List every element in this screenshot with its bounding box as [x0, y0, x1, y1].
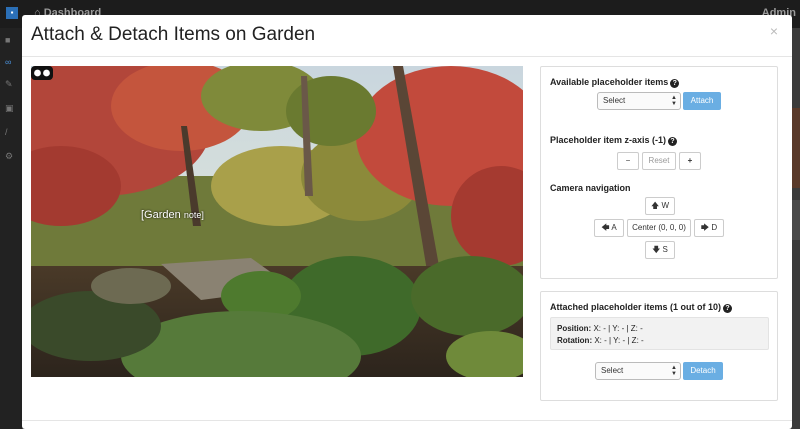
position-readout: Position: X: - | Y: - | Z: -: [557, 324, 643, 333]
rotation-readout: Rotation: X: - | Y: - | Z: -: [557, 336, 644, 345]
placeholder-controls-panel: Available placeholder items? Select ▲ ▼ A…: [540, 66, 778, 279]
camera-forward-button[interactable]: 🡅 W: [645, 197, 675, 215]
modal-title: Attach & Detach Items on Garden: [31, 24, 316, 45]
attach-button[interactable]: Attach: [683, 92, 721, 110]
camera-navigation-heading: Camera navigation: [550, 183, 631, 193]
attached-items-heading: Attached placeholder items (1 out of 10)…: [550, 302, 733, 313]
garden-panorama-image: [31, 66, 523, 377]
arrow-down-icon: 🡇: [652, 245, 663, 254]
zaxis-reset-button[interactable]: Reset: [642, 152, 676, 170]
admin-sidebar: ■ ∞ ✎ ▣ / ⚙: [0, 28, 22, 429]
select-arrows-icon: ▲ ▼: [671, 365, 677, 377]
attached-items-panel: Attached placeholder items (1 out of 10)…: [540, 291, 778, 401]
panorama-viewer[interactable]: [Garden note]: [31, 66, 523, 377]
zaxis-heading: Placeholder item z-axis (-1)?: [550, 135, 678, 146]
camera-back-button[interactable]: 🡇 S: [645, 241, 675, 259]
camera-center-button[interactable]: Center (0, 0, 0): [627, 219, 691, 237]
modal-footer-divider: [22, 420, 792, 421]
attached-item-info: Position: X: - | Y: - | Z: - Rotation: X…: [550, 317, 769, 350]
detach-button[interactable]: Detach: [683, 362, 723, 380]
arrow-up-icon: 🡅: [650, 201, 662, 210]
app-logo[interactable]: ▪: [6, 7, 18, 19]
help-icon[interactable]: ?: [668, 137, 678, 146]
garden-note-label[interactable]: [Garden note]: [141, 209, 204, 221]
help-icon[interactable]: ?: [670, 79, 680, 88]
brush-icon[interactable]: /: [5, 126, 17, 138]
attach-detach-modal: Attach & Detach Items on Garden × [Garde…: [22, 15, 792, 429]
modal-header: Attach & Detach Items on Garden ×: [22, 15, 792, 57]
zaxis-minus-button[interactable]: −: [617, 152, 639, 170]
camera-right-button[interactable]: 🡆 D: [694, 219, 724, 237]
arrow-left-icon: 🡄: [601, 223, 612, 232]
image-icon[interactable]: ▣: [5, 102, 17, 114]
help-icon[interactable]: ?: [723, 304, 733, 313]
camera-left-button[interactable]: 🡄 A: [594, 219, 624, 237]
available-items-select[interactable]: Select ▲ ▼: [597, 92, 681, 110]
pencil-icon[interactable]: ✎: [5, 78, 17, 90]
gear-icon[interactable]: ⚙: [5, 150, 17, 162]
vr-headset-icon[interactable]: [31, 66, 53, 80]
attached-items-select[interactable]: Select ▲ ▼: [595, 362, 681, 380]
arrow-right-icon: 🡆: [700, 223, 712, 232]
close-icon[interactable]: ×: [770, 23, 778, 39]
select-arrows-icon: ▲ ▼: [671, 95, 677, 107]
link-icon[interactable]: ∞: [5, 56, 17, 68]
available-items-heading: Available placeholder items?: [550, 77, 680, 88]
cube-icon[interactable]: ■: [5, 34, 17, 46]
zaxis-plus-button[interactable]: +: [679, 152, 701, 170]
